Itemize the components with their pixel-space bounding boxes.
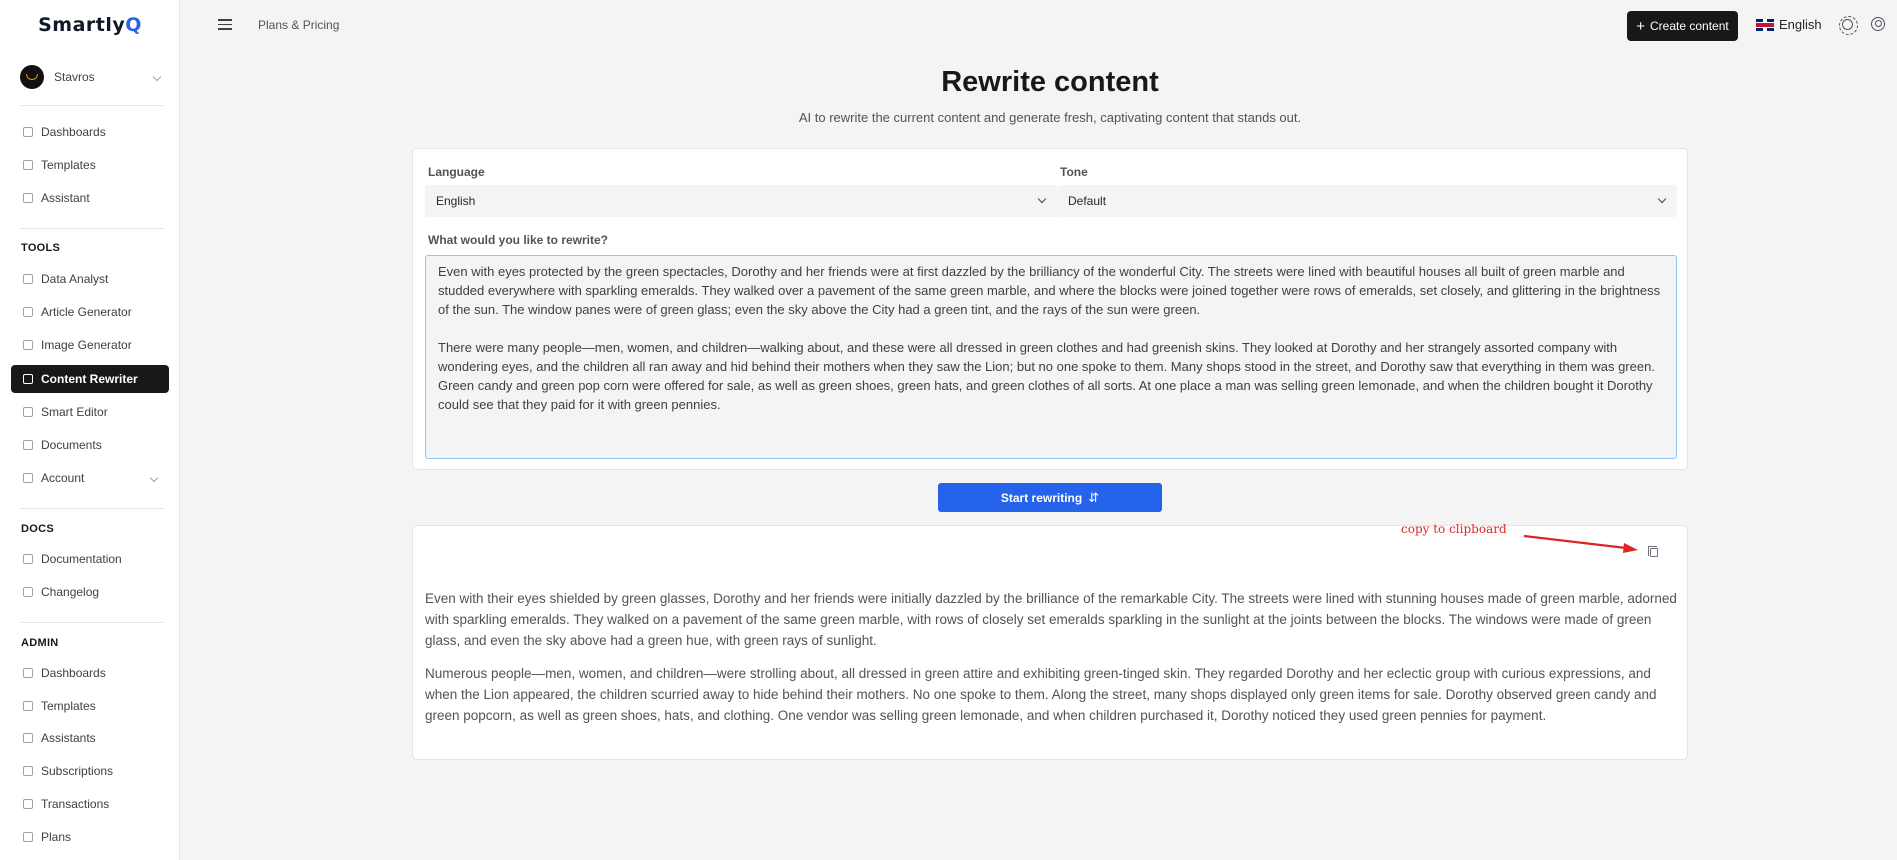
chevron-down-icon bbox=[1657, 194, 1667, 204]
section-heading-docs: DOCS bbox=[21, 523, 54, 535]
rewrite-input-textarea[interactable]: Even with eyes protected by the green sp… bbox=[425, 255, 1677, 459]
divider bbox=[20, 105, 164, 106]
uk-flag-icon bbox=[1756, 18, 1774, 31]
hamburger-menu-icon[interactable] bbox=[218, 19, 232, 30]
chat-icon bbox=[23, 193, 33, 203]
sidebar-item-admin-templates[interactable]: Templates bbox=[11, 692, 169, 720]
layers-icon bbox=[23, 701, 33, 711]
chat-icon bbox=[23, 733, 33, 743]
file-chart-icon bbox=[23, 274, 33, 284]
sidebar-item-account[interactable]: Account bbox=[11, 464, 169, 492]
page-subtitle: AI to rewrite the current content and ge… bbox=[798, 110, 1302, 125]
annotation-arrow-icon bbox=[1523, 534, 1638, 553]
plus-icon: + bbox=[1636, 17, 1646, 35]
file-icon bbox=[23, 554, 33, 564]
result-text: Even with their eyes shielded by green g… bbox=[425, 588, 1677, 738]
page-title: Rewrite content bbox=[941, 66, 1159, 98]
copy-icon[interactable] bbox=[1648, 546, 1658, 557]
sidebar-item-smart-editor[interactable]: Smart Editor bbox=[11, 398, 169, 426]
swap-icon: ⇵ bbox=[1088, 489, 1100, 505]
sidebar-item-content-rewriter[interactable]: Content Rewriter bbox=[11, 365, 169, 393]
sidebar-item-admin-plans[interactable]: Plans bbox=[11, 823, 169, 851]
sidebar-item-documents[interactable]: Documents bbox=[11, 431, 169, 459]
tone-label: Tone bbox=[1060, 165, 1088, 179]
create-content-button[interactable]: + Create content bbox=[1627, 11, 1738, 41]
sidebar-item-image-generator[interactable]: Image Generator bbox=[11, 331, 169, 359]
copy-to-clipboard-annotation: copy to clipboard bbox=[1401, 522, 1507, 536]
sidebar-item-changelog[interactable]: Changelog bbox=[11, 578, 169, 606]
grid-icon bbox=[23, 832, 33, 842]
chevron-down-icon bbox=[1037, 194, 1047, 204]
sidebar-item-assistant[interactable]: Assistant bbox=[11, 184, 169, 212]
layers-icon bbox=[23, 160, 33, 170]
rewrite-form-card: Language English Tone Default What would… bbox=[412, 148, 1688, 470]
start-rewriting-button[interactable]: Start rewriting ⇵ bbox=[938, 483, 1162, 512]
tone-select[interactable]: Default bbox=[1057, 185, 1677, 217]
rewrite-input-label: What would you like to rewrite? bbox=[428, 233, 609, 247]
user-circle-icon bbox=[23, 473, 33, 483]
sidebar-item-admin-assistants[interactable]: Assistants bbox=[11, 724, 169, 752]
language-select[interactable]: English bbox=[425, 185, 1057, 217]
dollar-circle-icon bbox=[23, 799, 33, 809]
image-icon bbox=[23, 340, 33, 350]
sidebar-item-admin-dashboards[interactable]: Dashboards bbox=[11, 659, 169, 687]
dashboard-icon bbox=[23, 668, 33, 678]
sidebar-item-data-analyst[interactable]: Data Analyst bbox=[11, 265, 169, 293]
app-logo[interactable]: SmartlyQ bbox=[0, 14, 180, 36]
language-label: Language bbox=[428, 165, 485, 179]
divider bbox=[20, 622, 164, 623]
sidebar: SmartlyQ Stavros Dashboards Templates As… bbox=[0, 0, 180, 860]
folder-icon bbox=[23, 440, 33, 450]
pen-icon bbox=[23, 407, 33, 417]
sun-icon[interactable] bbox=[1839, 16, 1858, 35]
rewrite-result-card: Even with their eyes shielded by green g… bbox=[412, 525, 1688, 760]
sidebar-item-article-generator[interactable]: Article Generator bbox=[11, 298, 169, 326]
clipboard-icon bbox=[23, 587, 33, 597]
credit-card-icon bbox=[23, 766, 33, 776]
document-edit-icon bbox=[23, 374, 33, 384]
sidebar-item-documentation[interactable]: Documentation bbox=[11, 545, 169, 573]
language-switcher[interactable]: English bbox=[1756, 17, 1822, 32]
result-paragraph: Even with their eyes shielded by green g… bbox=[425, 591, 1677, 648]
breadcrumb-plans-pricing[interactable]: Plans & Pricing bbox=[258, 18, 339, 32]
result-paragraph: Numerous people—men, women, and children… bbox=[425, 666, 1657, 723]
section-heading-tools: TOOLS bbox=[21, 242, 61, 254]
divider bbox=[20, 228, 164, 229]
sidebar-item-admin-transactions[interactable]: Transactions bbox=[11, 790, 169, 818]
user-circle-icon[interactable] bbox=[1871, 17, 1885, 31]
input-paragraph: There were many people—men, women, and c… bbox=[438, 340, 1655, 412]
section-heading-admin: ADMIN bbox=[21, 637, 59, 649]
sidebar-item-admin-subscriptions[interactable]: Subscriptions bbox=[11, 757, 169, 785]
divider bbox=[20, 508, 164, 509]
chevron-down-icon bbox=[149, 473, 159, 483]
input-paragraph: Even with eyes protected by the green sp… bbox=[438, 264, 1661, 317]
sidebar-item-templates[interactable]: Templates bbox=[11, 151, 169, 179]
dashboard-icon bbox=[23, 127, 33, 137]
document-icon bbox=[23, 307, 33, 317]
